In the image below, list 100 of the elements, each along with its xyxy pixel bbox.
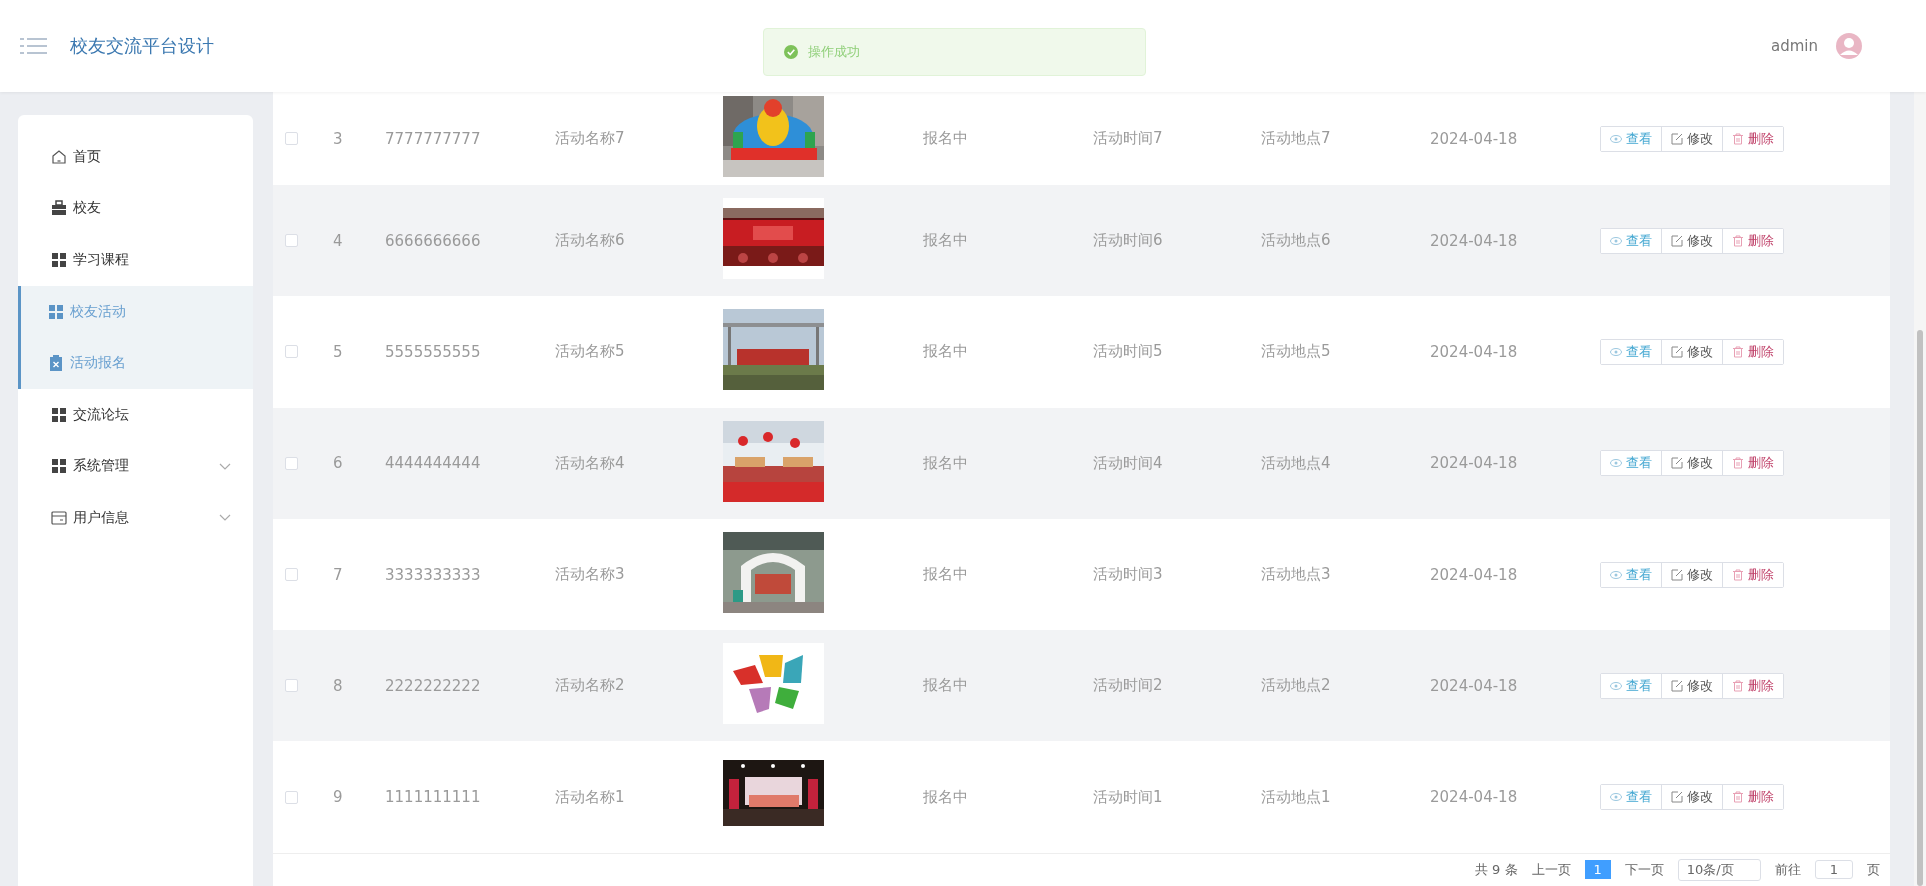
sidebar-item[interactable]: 校友 bbox=[18, 182, 253, 235]
view-button[interactable]: 查看 bbox=[1601, 562, 1662, 587]
activity-date: 2024-04-18 bbox=[1430, 231, 1518, 250]
view-button[interactable]: 查看 bbox=[1601, 228, 1662, 253]
activity-location: 活动地点3 bbox=[1261, 565, 1331, 585]
activity-number: 4444444444 bbox=[385, 454, 481, 473]
activity-status: 报名中 bbox=[923, 676, 968, 696]
next-page-button[interactable]: 下一页 bbox=[1624, 860, 1664, 879]
delete-button[interactable]: 删除 bbox=[1723, 673, 1783, 698]
edit-icon bbox=[1671, 234, 1683, 247]
edit-button[interactable]: 修改 bbox=[1662, 228, 1723, 253]
view-button[interactable]: 查看 bbox=[1601, 339, 1662, 364]
delete-button[interactable]: 删除 bbox=[1723, 451, 1783, 476]
grid-icon bbox=[51, 406, 67, 423]
clipboard-icon bbox=[48, 355, 64, 372]
row-checkbox[interactable] bbox=[285, 456, 298, 470]
edit-icon bbox=[1671, 679, 1683, 692]
activity-status: 报名中 bbox=[923, 453, 968, 473]
activity-location: 活动地点6 bbox=[1261, 231, 1331, 251]
activity-date: 2024-04-18 bbox=[1430, 342, 1518, 361]
activity-location: 活动地点2 bbox=[1261, 676, 1331, 696]
eye-icon bbox=[1610, 345, 1622, 358]
card-icon bbox=[51, 509, 67, 526]
grid-icon bbox=[51, 458, 67, 475]
sidebar-item[interactable]: 学习课程 bbox=[18, 234, 253, 286]
trash-icon bbox=[1732, 234, 1744, 247]
goto-page-field[interactable]: 1 bbox=[1814, 860, 1853, 880]
view-button[interactable]: 查看 bbox=[1601, 451, 1662, 476]
check-icon bbox=[784, 45, 798, 59]
edit-icon bbox=[1671, 345, 1683, 358]
activity-date: 2024-04-18 bbox=[1430, 454, 1518, 473]
activity-number: 2222222222 bbox=[385, 676, 481, 695]
activity-number: 6666666666 bbox=[385, 231, 481, 250]
activity-date: 2024-04-18 bbox=[1430, 676, 1518, 695]
activity-number: 1111111111 bbox=[385, 788, 481, 807]
edit-icon bbox=[1671, 791, 1683, 804]
page-size-select[interactable]: 10条/页 bbox=[1677, 858, 1761, 881]
activity-name: 活动名称1 bbox=[555, 787, 625, 807]
sidebar-item[interactable]: 系统管理 bbox=[18, 440, 253, 493]
activity-name: 活动名称7 bbox=[555, 129, 625, 148]
scrollbar-thumb[interactable] bbox=[1917, 330, 1923, 886]
edit-icon bbox=[1671, 457, 1683, 470]
menu-icon[interactable] bbox=[20, 37, 47, 55]
view-button[interactable]: 查看 bbox=[1601, 785, 1662, 810]
activity-time: 活动时间7 bbox=[1093, 129, 1163, 148]
row-checkbox[interactable] bbox=[285, 790, 298, 804]
sidebar-item[interactable]: 首页 bbox=[18, 131, 253, 183]
edit-button[interactable]: 修改 bbox=[1662, 673, 1723, 698]
activity-status: 报名中 bbox=[923, 787, 968, 807]
eye-icon bbox=[1610, 568, 1622, 581]
activity-date: 2024-04-18 bbox=[1430, 565, 1518, 584]
activity-time: 活动时间2 bbox=[1093, 676, 1163, 696]
activity-number: 5555555555 bbox=[385, 342, 481, 361]
activity-status: 报名中 bbox=[923, 129, 968, 148]
sidebar-item[interactable]: 交流论坛 bbox=[18, 388, 253, 441]
sidebar-item[interactable]: 用户信息 bbox=[18, 492, 253, 544]
activity-name: 活动名称3 bbox=[555, 565, 625, 585]
trash-icon bbox=[1732, 791, 1744, 804]
row-checkbox[interactable] bbox=[285, 132, 298, 145]
activity-location: 活动地点7 bbox=[1261, 129, 1331, 148]
activity-location: 活动地点4 bbox=[1261, 453, 1331, 473]
goto-label: 前往 bbox=[1774, 860, 1801, 879]
briefcase-icon bbox=[51, 200, 67, 217]
page-suffix: 页 bbox=[1867, 860, 1880, 879]
row-index: 8 bbox=[333, 676, 343, 695]
toast-text: 操作成功 bbox=[808, 43, 860, 61]
eye-icon bbox=[1610, 234, 1622, 247]
grid-icon bbox=[51, 252, 67, 268]
view-button[interactable]: 查看 bbox=[1601, 126, 1662, 151]
prev-page-button[interactable]: 上一页 bbox=[1531, 860, 1571, 879]
activity-date: 2024-04-18 bbox=[1430, 129, 1518, 148]
activity-name: 活动名称4 bbox=[555, 453, 625, 473]
activity-time: 活动时间4 bbox=[1093, 453, 1163, 473]
row-checkbox[interactable] bbox=[285, 345, 298, 359]
activity-time: 活动时间1 bbox=[1093, 787, 1163, 807]
delete-button[interactable]: 删除 bbox=[1723, 228, 1783, 253]
edit-button[interactable]: 修改 bbox=[1662, 451, 1723, 476]
eye-icon bbox=[1610, 457, 1622, 470]
trash-icon bbox=[1732, 568, 1744, 581]
row-checkbox[interactable] bbox=[285, 679, 298, 693]
activity-location: 活动地点1 bbox=[1261, 787, 1331, 807]
row-checkbox[interactable] bbox=[285, 568, 298, 582]
eye-icon bbox=[1610, 791, 1622, 804]
edit-icon bbox=[1671, 132, 1683, 145]
activity-name: 活动名称5 bbox=[555, 342, 625, 362]
row-checkbox[interactable] bbox=[285, 234, 298, 248]
activity-status: 报名中 bbox=[923, 231, 968, 251]
grid-icon bbox=[48, 303, 64, 320]
activity-name: 活动名称6 bbox=[555, 231, 625, 251]
avatar-icon bbox=[1836, 33, 1862, 59]
view-button[interactable]: 查看 bbox=[1601, 673, 1662, 698]
trash-icon bbox=[1732, 345, 1744, 358]
row-index: 4 bbox=[333, 231, 343, 250]
activity-date: 2024-04-18 bbox=[1430, 788, 1518, 807]
row-index: 7 bbox=[333, 565, 343, 584]
activity-location: 活动地点5 bbox=[1261, 342, 1331, 362]
row-index: 9 bbox=[333, 788, 343, 807]
app-title: 校友交流平台设计 bbox=[70, 34, 214, 58]
trash-icon bbox=[1732, 132, 1744, 145]
activity-time: 活动时间5 bbox=[1093, 342, 1163, 362]
